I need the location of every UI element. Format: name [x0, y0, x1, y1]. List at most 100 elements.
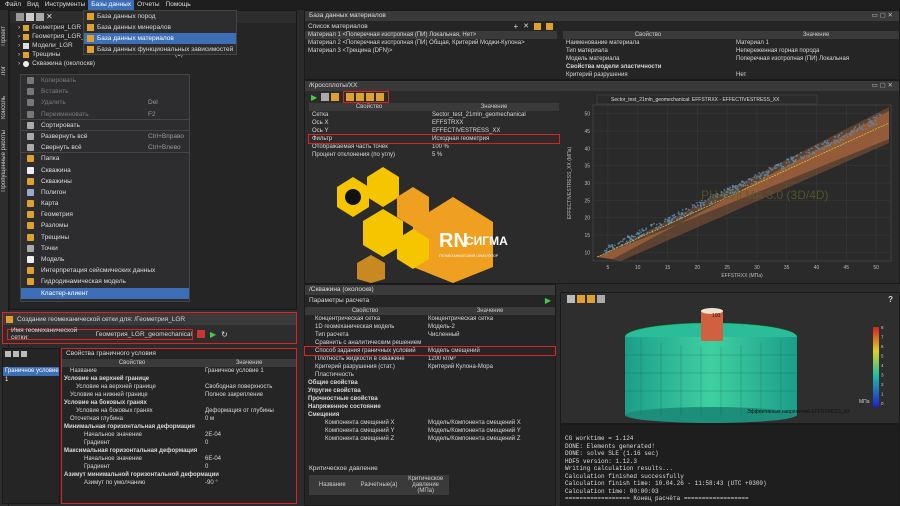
table-row[interactable]: Минимальная горизонтальная деформация: [62, 423, 296, 431]
table-row[interactable]: Критерий разрушения (стат.) Критерий Куло…: [305, 363, 555, 371]
table-row[interactable]: Плотность жидкости в скважине 1200 кг/м³: [305, 355, 555, 363]
property-value[interactable]: Граничное условие 1: [202, 367, 296, 375]
property-value[interactable]: EFFECTIVESTRESS_XX: [429, 127, 559, 135]
table-row[interactable]: Условие на нижней границе Полное закрепле…: [62, 391, 296, 399]
context-menu-item[interactable]: Вставить: [21, 86, 189, 97]
property-value[interactable]: Нет: [733, 71, 899, 79]
property-value[interactable]: Непереженная горная порода: [733, 47, 899, 55]
menu-item[interactable]: Файл: [2, 0, 24, 10]
property-value[interactable]: Полное закрепление: [202, 391, 296, 399]
window-controls-icon[interactable]: ▭ ▢ ✕: [872, 81, 893, 91]
property-value[interactable]: Sector_test_21mln_geomechanical: [429, 111, 559, 119]
chart-icon[interactable]: [376, 93, 385, 101]
property-value[interactable]: 0: [202, 463, 296, 471]
property-value[interactable]: [733, 63, 899, 71]
context-menu-item[interactable]: Гидродинамическая модель: [21, 276, 189, 287]
material-item[interactable]: Материал 1 <Поперечная изотропная (ПИ) Л…: [305, 31, 557, 39]
table-row[interactable]: Сетка Sector_test_21mln_geomechanical: [309, 111, 559, 119]
save-icon[interactable]: [331, 93, 340, 101]
context-menu-item[interactable]: Скважины: [21, 176, 189, 187]
table-row[interactable]: Способ задания граничных условий Модель с…: [304, 346, 556, 356]
table-row[interactable]: Азимут минимальной горизонтальной деформ…: [62, 471, 296, 479]
property-value[interactable]: Исходная геометрия: [429, 135, 559, 143]
table-row[interactable]: Сравнить с аналитическим решением: [305, 339, 555, 347]
context-menu-item[interactable]: Интерпретация сейсмических данных: [21, 265, 189, 276]
property-value[interactable]: [425, 403, 555, 411]
property-value[interactable]: [425, 339, 555, 347]
property-value[interactable]: [425, 379, 555, 387]
menu-item[interactable]: Базы данных: [88, 0, 135, 10]
context-menu-item[interactable]: Геометрия: [21, 209, 189, 220]
property-value[interactable]: 2E-04: [202, 431, 296, 439]
table-row[interactable]: Компонента смещений Y Модель/Компонента с…: [305, 427, 555, 435]
layers-icon[interactable]: [597, 295, 605, 303]
close-icon[interactable]: ✕: [46, 13, 54, 21]
table-row[interactable]: Наименование материала Материал 1: [563, 39, 899, 47]
context-menu-item[interactable]: Развернуть всё Ctrl+Вправо: [21, 131, 189, 142]
table-row[interactable]: Тип расчета Численный: [305, 331, 555, 339]
table-row[interactable]: Начальное значение 2E-04: [62, 431, 296, 439]
property-value[interactable]: [425, 395, 555, 403]
context-menu-item[interactable]: Полигон: [21, 187, 189, 198]
chart-icon[interactable]: [346, 93, 355, 101]
chart-icon[interactable]: [546, 22, 553, 30]
table-row[interactable]: Напряженное состояние: [305, 403, 555, 411]
material-item[interactable]: Материал 3 <Трещина (DFN)>: [305, 47, 557, 55]
property-value[interactable]: 1200 кг/м³: [425, 355, 555, 363]
context-menu-item[interactable]: Кластер-клиент: [21, 287, 189, 299]
property-value[interactable]: 5 %: [429, 151, 559, 159]
table-row[interactable]: Прочностные свойства: [305, 395, 555, 403]
material-item[interactable]: Материал 2 <Поперечная изотропная (ПИ) О…: [305, 39, 557, 47]
grid-icon[interactable]: [321, 93, 330, 101]
context-menu-item[interactable]: Папка: [21, 153, 189, 164]
property-value[interactable]: 6E-04: [202, 455, 296, 463]
refresh-icon[interactable]: ↻: [221, 330, 228, 339]
add-icon[interactable]: [5, 351, 11, 357]
table-row[interactable]: Условие на верхней границе Свободная пове…: [62, 383, 296, 391]
context-menu-item[interactable]: Сортировать: [21, 120, 189, 131]
table-row[interactable]: Упругие свойства: [305, 387, 555, 395]
property-value[interactable]: Концентрическая сетка: [425, 315, 555, 323]
property-value[interactable]: EFFSTRXX: [429, 119, 559, 127]
property-value[interactable]: Свободная поверхность: [202, 383, 296, 391]
dock-tab-project[interactable]: Проект: [1, 26, 7, 46]
home-icon[interactable]: [16, 13, 24, 21]
menu-item-rocks-db[interactable]: База данных пород: [84, 11, 236, 22]
add-icon[interactable]: +: [513, 22, 518, 31]
property-value[interactable]: 100 %: [429, 143, 559, 151]
property-value[interactable]: [425, 411, 555, 419]
window-controls-icon[interactable]: ▭ ▢ ✕: [872, 11, 893, 21]
table-row[interactable]: Концентрическая сетка Концентрическая сет…: [305, 315, 555, 323]
table-row[interactable]: Ось X EFFSTRXX: [309, 119, 559, 127]
save-icon[interactable]: [36, 13, 44, 21]
menu-item[interactable]: Помощь: [163, 0, 194, 10]
run-icon[interactable]: ▶: [311, 93, 317, 102]
context-menu-item[interactable]: Переименовать F2: [21, 109, 189, 120]
context-menu-item[interactable]: Удалить Del: [21, 97, 189, 108]
property-value[interactable]: Поперечная изотропная (ПИ) Локальная: [733, 55, 899, 63]
table-row[interactable]: Азимут по умолчанию -90 °: [62, 479, 296, 487]
table-row[interactable]: Общие свойства: [305, 379, 555, 387]
grid-name-input[interactable]: Геометрия_LGR_geomechanical: [96, 331, 192, 338]
context-menu-item[interactable]: Точки: [21, 243, 189, 254]
table-row[interactable]: Условие на боковых гранях Деформация от г…: [62, 407, 296, 415]
table-row[interactable]: Процент отклонения (по углу) 5 %: [309, 151, 559, 159]
close-icon[interactable]: ✕: [523, 22, 529, 30]
table-row[interactable]: Свойства модели эластичности: [563, 63, 899, 71]
property-value[interactable]: Модель/Компонента смещений Y: [425, 427, 555, 435]
table-row[interactable]: Максимальная горизонтальная деформация: [62, 447, 296, 455]
tree-item[interactable]: › Скважина (околоскв): [18, 59, 296, 68]
remove-icon[interactable]: [13, 351, 19, 357]
property-value[interactable]: Модель/Компонента смещений Z: [425, 435, 555, 443]
table-row[interactable]: Фильтр Исходная геометрия: [308, 134, 560, 144]
property-value[interactable]: 0: [202, 439, 296, 447]
help-icon[interactable]: ?: [888, 295, 893, 304]
property-value[interactable]: -90 °: [202, 479, 296, 487]
context-menu-item[interactable]: Копировать: [21, 75, 189, 86]
menu-item[interactable]: Вид: [24, 0, 42, 10]
property-value[interactable]: Критерий Кулона-Мора: [425, 363, 555, 371]
eye-icon[interactable]: [587, 295, 595, 303]
table-row[interactable]: Отсчетная глубина 0 м: [62, 415, 296, 423]
run-icon[interactable]: ▶: [210, 330, 216, 339]
chart-icon[interactable]: [356, 93, 365, 101]
